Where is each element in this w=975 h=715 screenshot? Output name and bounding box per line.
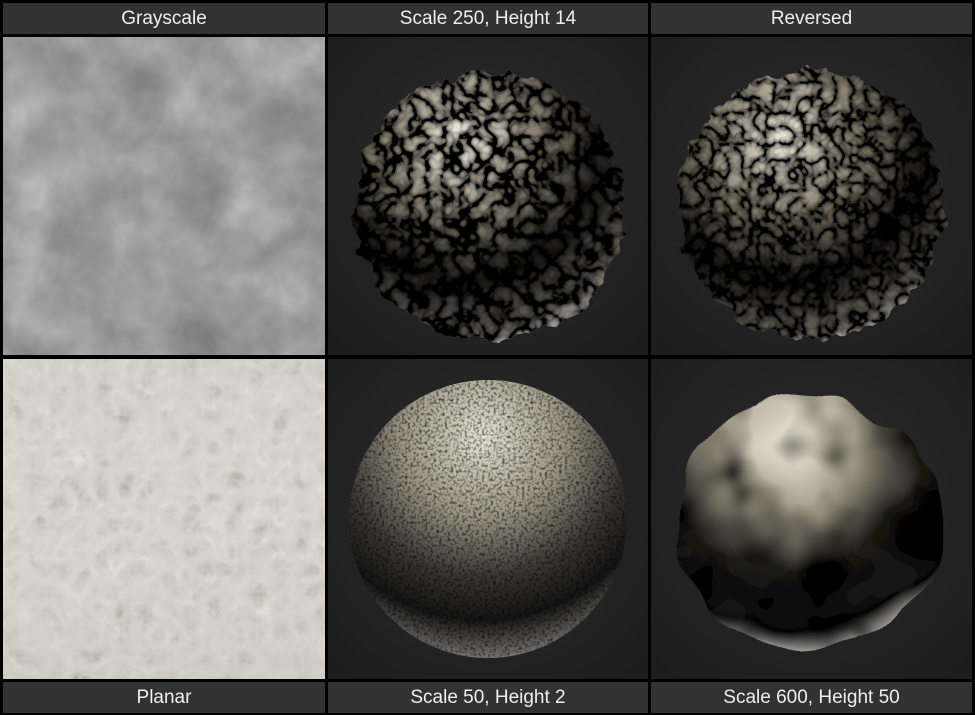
displaced-sphere-image	[328, 37, 648, 355]
heavy-displaced-blob-image	[651, 359, 972, 679]
label-grayscale: Grayscale	[3, 3, 325, 34]
label-scale600-height50: Scale 600, Height 50	[651, 682, 972, 713]
label-planar: Planar	[3, 682, 325, 713]
label-scale50-height2: Scale 50, Height 2	[328, 682, 648, 713]
grayscale-noise-image	[3, 37, 325, 355]
label-scale250-height14: Scale 250, Height 14	[328, 3, 648, 34]
planar-texture-image	[3, 359, 325, 679]
comparison-grid: Grayscale Scale 250, Height 14 Reversed	[0, 0, 975, 715]
fine-bump-sphere-image	[328, 359, 648, 679]
label-reversed: Reversed	[651, 3, 972, 34]
reversed-sphere-image	[651, 37, 972, 355]
